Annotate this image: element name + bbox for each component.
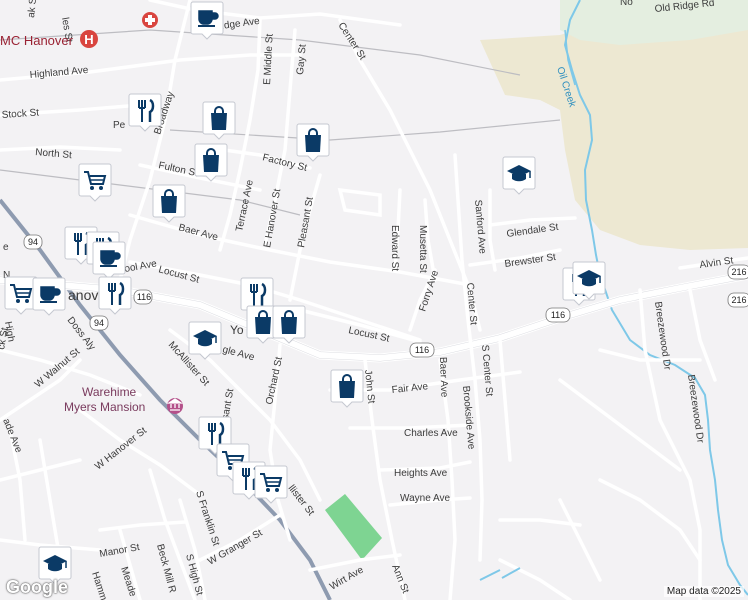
school-pin[interactable] (188, 320, 222, 360)
street-label: No (620, 0, 633, 8)
shopping-pin[interactable] (152, 183, 186, 223)
shopping-pin[interactable] (202, 100, 236, 140)
street-label: Manor St (99, 542, 141, 560)
grocery-pin[interactable] (78, 162, 112, 202)
shopping-pin[interactable] (194, 142, 228, 182)
street-label: Edward St (389, 225, 400, 271)
route-shield-216: 216 (727, 264, 748, 280)
school-pin[interactable] (572, 260, 606, 300)
cafe-pin[interactable] (32, 276, 66, 316)
hospital-icon[interactable]: H (80, 30, 98, 48)
street-label: Locust St (157, 264, 200, 285)
svg-text:216: 216 (731, 295, 746, 305)
shopping-pin[interactable] (330, 368, 364, 408)
street-label: Beck Mill R (154, 543, 178, 594)
street-label: ade Ave (0, 417, 24, 455)
svg-text:116: 116 (415, 345, 429, 355)
street-label: Stock St (1, 107, 39, 121)
mansion-label-line2: Myers Mansion (64, 400, 145, 414)
svg-text:H: H (84, 32, 93, 47)
svg-text:216: 216 (731, 267, 746, 277)
route-shield-116: 116 (133, 289, 153, 305)
street-label: Musetta St (417, 225, 428, 273)
map-attribution[interactable]: Map data ©2025 (663, 586, 744, 597)
cafe-pin[interactable] (92, 240, 126, 280)
street-label: Heights Ave (394, 468, 448, 479)
route-shield-94: 94 (89, 315, 109, 331)
street-label: Pleasant St (296, 196, 316, 248)
street-label: Baer Ave (437, 357, 449, 398)
street-label: Sanford Ave (472, 199, 488, 254)
cafe-pin[interactable] (190, 0, 224, 40)
street-label: Gay St (295, 44, 309, 76)
street-label: E Middle St (262, 33, 276, 85)
street-label: gle Ave (221, 344, 256, 363)
street-label: John St (362, 369, 377, 404)
school-pin[interactable] (502, 155, 536, 195)
map-canvas[interactable]: Ridge Ave Old Ridge Rd Highland Ave Stoc… (0, 0, 748, 600)
street-label: Highland Ave (29, 65, 89, 81)
street-label: Fulton St (157, 160, 199, 179)
grocery-pin[interactable] (254, 464, 288, 504)
street-label: Glendale St (506, 222, 559, 240)
shopping-pin[interactable] (272, 304, 306, 344)
hospital-label: MC Hanover (0, 33, 74, 48)
street-label: Charles Ave (404, 428, 458, 439)
town-label: anov (68, 287, 98, 303)
route-shield-94: 94 (23, 234, 43, 250)
mansion-label-line1: Warehime (82, 385, 137, 399)
street-label: Baer Ave (177, 222, 219, 243)
street-label: Wayne Ave (400, 493, 450, 504)
street-label: ak St (26, 0, 39, 18)
route-shield-116: 116 (545, 307, 571, 323)
route-shield-216: 216 (727, 292, 748, 308)
street-label: llister St (286, 483, 317, 518)
shopping-pin[interactable] (296, 122, 330, 162)
street-label: Hamm (89, 571, 109, 600)
street-label: Center St (335, 21, 367, 63)
restaurant-pin[interactable] (128, 92, 162, 132)
hospital-icon[interactable] (142, 12, 158, 28)
street-label: W Hanover St (93, 425, 149, 472)
street-label: Fair Ave (391, 381, 429, 396)
street-label: Breezewood Dr (685, 374, 706, 444)
street-label: W Walnut St (33, 346, 83, 390)
street-label: Orchard St (264, 356, 285, 406)
street-label: North St (35, 147, 73, 161)
svg-text:94: 94 (94, 318, 104, 328)
park-area (325, 494, 382, 560)
museum-icon[interactable] (166, 398, 184, 414)
street-label: S Franklin St (193, 490, 221, 548)
street-label: e (3, 242, 9, 253)
svg-text:116: 116 (551, 310, 565, 320)
street-label: Brookside Ave (460, 385, 477, 450)
restaurant-pin[interactable] (98, 275, 132, 315)
street-label: Ann St (389, 563, 411, 595)
street-label: S Center St (479, 344, 494, 397)
route-shield-116: 116 (409, 342, 435, 358)
svg-text:94: 94 (28, 237, 38, 247)
google-logo: Google (6, 577, 68, 597)
street-label: Wirt Ave (328, 564, 366, 592)
street-label: E Hanover St (262, 188, 283, 249)
street-label: Brewster St (504, 252, 557, 270)
route-94-road (0, 198, 332, 600)
street-label: Yo (230, 323, 244, 337)
street-label: Pe (113, 120, 126, 131)
svg-text:116: 116 (137, 292, 151, 302)
